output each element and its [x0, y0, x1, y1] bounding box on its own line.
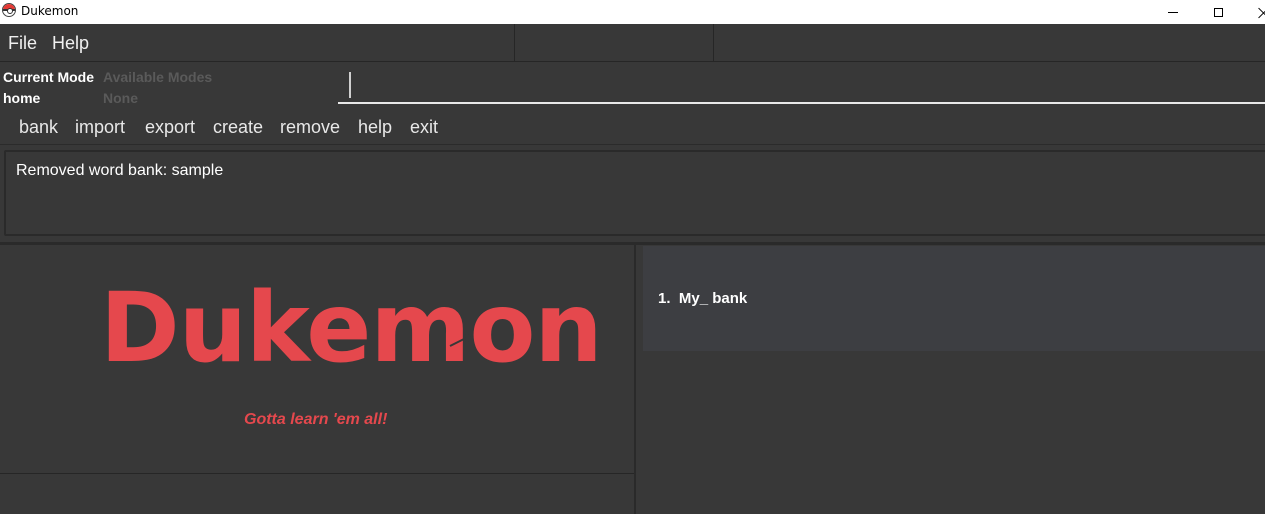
menu-divider [713, 24, 714, 61]
pokeball-accent-icon [449, 334, 471, 347]
command-create[interactable]: create [213, 117, 263, 138]
app-logo: Dukemon [100, 272, 603, 384]
status-divider [0, 473, 634, 474]
available-modes-value: None [103, 90, 138, 106]
maximize-icon [1213, 7, 1223, 17]
command-remove[interactable]: remove [280, 117, 340, 138]
menu-file[interactable]: File [8, 33, 37, 54]
list-item-name: My_ bank [678, 290, 748, 307]
available-modes-label: Available Modes [103, 69, 213, 85]
command-input[interactable] [338, 64, 1265, 104]
text-caret [349, 72, 351, 98]
close-button[interactable] [1240, 0, 1265, 24]
app-tagline: Gotta learn 'em all! [244, 411, 388, 428]
window-titlebar: Dukemon [0, 0, 1265, 24]
command-import[interactable]: import [75, 117, 125, 138]
minimize-button[interactable] [1150, 0, 1196, 24]
result-message: Removed word bank: sample [16, 162, 224, 179]
menu-bar: File Help [0, 24, 1265, 62]
bank-list-item: 1. My_ bank [658, 290, 747, 307]
current-mode-value: home [3, 90, 41, 106]
pokeball-icon [2, 3, 16, 17]
command-help[interactable]: help [358, 117, 392, 138]
list-item-index: 1. [658, 290, 671, 307]
close-icon [1258, 7, 1265, 18]
maximize-button[interactable] [1195, 0, 1241, 24]
command-exit[interactable]: exit [410, 117, 438, 138]
minimize-icon [1168, 11, 1178, 13]
menu-divider [514, 24, 515, 61]
command-export[interactable]: export [145, 117, 195, 138]
menu-help[interactable]: Help [52, 33, 89, 54]
command-bank[interactable]: bank [19, 117, 58, 138]
current-mode-label: Current Mode [3, 69, 94, 85]
command-shortcut-bar: bank import export create remove help ex… [0, 106, 1265, 145]
window-title: Dukemon [21, 4, 79, 18]
